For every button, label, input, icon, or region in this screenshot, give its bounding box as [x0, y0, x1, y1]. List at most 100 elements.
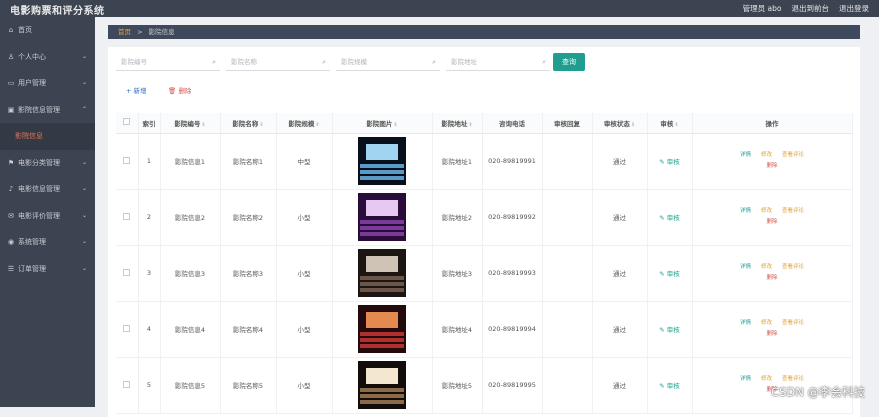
- column-header-label: 咨询电话: [499, 120, 525, 128]
- row-delete-button[interactable]: 删除: [766, 163, 777, 169]
- review-button[interactable]: 查看评论: [782, 208, 804, 214]
- audit-link[interactable]: ✎ 审核: [659, 270, 680, 278]
- cell-index: 1: [138, 133, 160, 189]
- cart-icon: ☰: [7, 256, 15, 283]
- sidebar-item-2[interactable]: ▭用户管理⌄: [0, 70, 95, 97]
- row-delete-button[interactable]: 删除: [766, 331, 777, 337]
- cinema-image[interactable]: [358, 137, 406, 185]
- sidebar-item-4[interactable]: 影院信息: [0, 123, 95, 150]
- audit-link[interactable]: ✎ 审核: [659, 158, 680, 166]
- edit-button[interactable]: 修改: [761, 320, 772, 326]
- table-row: 4影院信息4影院名称4小型影院地址4020-89819994通过✎ 审核详情修改…: [116, 301, 852, 357]
- review-button[interactable]: 查看评论: [782, 264, 804, 270]
- table-row: 1影院信息1影院名称1中型影院地址1020-89819991通过✎ 审核详情修改…: [116, 133, 852, 189]
- cinema-image[interactable]: [358, 193, 406, 241]
- select-all-checkbox[interactable]: [123, 118, 130, 125]
- cinema-image[interactable]: [358, 305, 406, 353]
- row-checkbox[interactable]: [123, 325, 130, 332]
- cell-image: [332, 301, 432, 357]
- column-header-9[interactable]: 审核状态⇕: [592, 113, 647, 133]
- edit-icon: ✎: [659, 214, 667, 222]
- column-header-label: 影院规模: [288, 120, 314, 128]
- delete-button[interactable]: 🗑 删除: [168, 85, 191, 95]
- cinema-image[interactable]: [358, 361, 406, 409]
- sidebar-item-9[interactable]: ☰订单管理⌄: [0, 256, 95, 283]
- logout-link[interactable]: 退出登录: [839, 3, 869, 14]
- edit-button[interactable]: 修改: [761, 376, 772, 382]
- search-code-input[interactable]: 影院编号⌕: [116, 53, 220, 71]
- sidebar-item-0[interactable]: ⌂首页: [0, 17, 95, 44]
- sidebar-item-3[interactable]: ▣影院信息管理⌃: [0, 97, 95, 124]
- ops-line: 删除: [693, 273, 852, 284]
- column-header-6[interactable]: 影院地址⇕: [432, 113, 482, 133]
- row-checkbox[interactable]: [123, 213, 130, 220]
- column-header-2[interactable]: 影院编号⇕: [160, 113, 220, 133]
- top-links: 管理员 abo 退出到前台 退出登录: [743, 3, 869, 14]
- sidebar-item-8[interactable]: ◉系统管理⌄: [0, 229, 95, 256]
- sidebar-item-7[interactable]: ✉电影评价管理⌄: [0, 203, 95, 230]
- row-checkbox[interactable]: [123, 381, 130, 388]
- cell-scale: 中型: [276, 133, 332, 189]
- breadcrumb-home[interactable]: 首页: [118, 28, 131, 36]
- query-button[interactable]: 查询: [553, 53, 585, 71]
- cell-status: 通过: [592, 357, 647, 413]
- cell-status: 通过: [592, 133, 647, 189]
- detail-button[interactable]: 详情: [740, 320, 751, 326]
- cell-image: [332, 189, 432, 245]
- row-delete-button[interactable]: 删除: [766, 275, 777, 281]
- column-header-4[interactable]: 影院规模⇕: [276, 113, 332, 133]
- row-select-cell: [116, 245, 138, 301]
- sort-icon[interactable]: ⇕: [631, 122, 635, 128]
- column-header-5[interactable]: 影院图片⇕: [332, 113, 432, 133]
- sort-icon[interactable]: ⇕: [201, 122, 205, 128]
- search-icon: ⌕: [542, 53, 546, 71]
- sidebar: ⌂首页♙个人中心⌄▭用户管理⌄▣影院信息管理⌃影院信息⚑电影分类管理⌄♪电影信息…: [0, 17, 95, 407]
- ops-line: 删除: [693, 161, 852, 172]
- sidebar-item-6[interactable]: ♪电影信息管理⌄: [0, 176, 95, 203]
- audit-link[interactable]: ✎ 审核: [659, 382, 680, 390]
- sort-icon[interactable]: ⇕: [315, 122, 319, 128]
- edit-button[interactable]: 修改: [761, 208, 772, 214]
- detail-button[interactable]: 详情: [740, 152, 751, 158]
- row-checkbox[interactable]: [123, 269, 130, 276]
- cell-image: [332, 245, 432, 301]
- search-name-input[interactable]: 影院名称⌕: [226, 53, 330, 71]
- sort-icon[interactable]: ⇕: [393, 122, 397, 128]
- sort-icon[interactable]: ⇕: [468, 122, 472, 128]
- search-scale-input[interactable]: 影院规模⌕: [336, 53, 440, 71]
- detail-button[interactable]: 详情: [740, 208, 751, 214]
- sidebar-item-1[interactable]: ♙个人中心⌄: [0, 44, 95, 71]
- cell-image: [332, 357, 432, 413]
- detail-button[interactable]: 详情: [740, 376, 751, 382]
- review-button[interactable]: 查看评论: [782, 376, 804, 382]
- sort-icon[interactable]: ⇕: [674, 122, 678, 128]
- row-delete-button[interactable]: 删除: [766, 219, 777, 225]
- audit-link[interactable]: ✎ 审核: [659, 326, 680, 334]
- review-button[interactable]: 查看评论: [782, 152, 804, 158]
- sidebar-item-5[interactable]: ⚑电影分类管理⌄: [0, 150, 95, 177]
- add-button[interactable]: + 新增: [126, 85, 147, 95]
- back-to-front-link[interactable]: 退出到前台: [792, 3, 830, 14]
- edit-button[interactable]: 修改: [761, 152, 772, 158]
- edit-button[interactable]: 修改: [761, 264, 772, 270]
- sidebar-item-label: 订单管理: [18, 265, 46, 273]
- audit-link[interactable]: ✎ 审核: [659, 214, 680, 222]
- cinema-image[interactable]: [358, 249, 406, 297]
- search-address-input[interactable]: 影院地址⌕: [446, 53, 550, 71]
- cell-ops: 详情 修改 查看评论删除: [692, 189, 852, 245]
- column-header-10[interactable]: 审核⇕: [647, 113, 692, 133]
- film-icon: ▣: [7, 97, 15, 124]
- cell-address: 影院地址5: [432, 357, 482, 413]
- column-header-3[interactable]: 影院名称⇕: [220, 113, 276, 133]
- column-header-label: 影院图片: [366, 120, 392, 128]
- review-button[interactable]: 查看评论: [782, 320, 804, 326]
- sort-icon[interactable]: ⇕: [259, 122, 263, 128]
- cell-index: 3: [138, 245, 160, 301]
- detail-button[interactable]: 详情: [740, 264, 751, 270]
- chevron-icon: ⌃: [82, 97, 87, 124]
- column-header-1: 索引: [138, 113, 160, 133]
- folder-icon: ▭: [7, 70, 15, 97]
- breadcrumb-sep: >: [137, 28, 142, 36]
- table-body: 1影院信息1影院名称1中型影院地址1020-89819991通过✎ 审核详情修改…: [116, 133, 852, 413]
- row-checkbox[interactable]: [123, 157, 130, 164]
